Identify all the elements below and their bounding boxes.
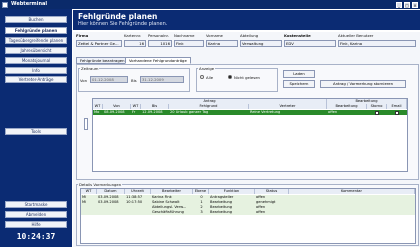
sidebar-item-vertreter-antraege[interactable]: Vertreter-Anträge — [5, 76, 67, 83]
maximize-button[interactable]: □ — [404, 1, 410, 8]
sidebar-item-monatsjournal[interactable]: Monatsjournal — [5, 57, 67, 64]
page-subtitle: Hier können Sie Fehlgründe planen. — [78, 21, 168, 27]
bis-label: Bis — [131, 78, 137, 83]
details-cell-bearbeiter: Geschäftsführung — [152, 210, 184, 214]
kostenstelle-field: EDV — [284, 40, 336, 47]
startmaske-button[interactable]: Startmaske — [5, 201, 67, 208]
bis-date-input[interactable]: 31.12.2009 — [140, 76, 184, 83]
tab-fehlgruende-beantragen[interactable]: Fehlgründe beantragen — [76, 57, 129, 64]
details-cell-ebene: 3 — [200, 210, 203, 214]
details-col-uhrzeit[interactable]: Uhrzeit — [125, 189, 151, 194]
col-vertreter[interactable]: Vertreter — [249, 104, 327, 109]
sidebar-item-info[interactable]: Info — [5, 67, 67, 74]
label-abteilung: Abteilung — [240, 33, 259, 38]
sidebar-item-tools[interactable]: Tools — [5, 128, 67, 135]
app-icon — [2, 1, 8, 8]
radio-alle-label: Alle — [206, 74, 214, 80]
row-navigator[interactable] — [84, 118, 88, 130]
clock: 10:24:37 — [16, 232, 56, 241]
von-date-input[interactable]: 01.12.2008 — [90, 76, 128, 83]
details-col-status[interactable]: Status — [255, 189, 289, 194]
col-wt[interactable]: WT — [93, 104, 103, 109]
kartennr-field: 16 — [124, 40, 146, 47]
vorname-field: Karina — [206, 40, 238, 47]
details-cell-funktion: Bearbeitung — [210, 210, 233, 214]
radio-nicht-gelesen-label: Nicht gelesen — [234, 74, 260, 80]
row-bis: 12.09.2008 — [142, 110, 163, 114]
row-wt: Mo — [94, 110, 100, 114]
row-fehlgrund: 20 Urlaub ganzer Tag — [170, 110, 209, 114]
window-titlebar: Webterminal — [0, 0, 420, 9]
label-personalnr: Personalnr. — [148, 33, 169, 38]
details-col-ebene[interactable]: Ebene — [193, 189, 209, 194]
details-col-wt[interactable]: WT — [81, 189, 97, 194]
col-email[interactable]: Email — [387, 104, 407, 109]
sidebar-item-buchen[interactable]: Buchen — [5, 16, 67, 23]
sidebar-item-tagesuebergreifende[interactable]: Tagesübergreifende planen — [5, 37, 67, 44]
laden-button[interactable]: Laden — [283, 70, 315, 78]
stornieren-button[interactable]: Antrag / Vormerkung stornieren — [320, 80, 406, 88]
hilfe-button[interactable]: Hilfe — [5, 221, 67, 228]
row-von: 08.09.2008 — [104, 110, 125, 114]
label-kartennr: Kartennr. — [124, 33, 142, 38]
minimize-button[interactable]: _ — [396, 1, 402, 8]
personalnr-field: 1016 — [148, 40, 172, 47]
speichern-button[interactable]: Speichern — [283, 80, 315, 88]
details-col-datum[interactable]: Datum — [97, 189, 125, 194]
label-aktueller-benutzer: Aktueller Benutzer — [338, 33, 374, 38]
col-bearbeitung[interactable]: Bearbeitung — [327, 104, 367, 109]
col-bis[interactable]: Bis — [141, 104, 169, 109]
firma-field: Zettel & Partner Ge... — [76, 40, 122, 47]
details-col-funktion[interactable]: Funktion — [209, 189, 255, 194]
label-nachname: Nachname — [174, 33, 195, 38]
details-title: Details Vormerkungen — [78, 181, 123, 187]
sidebar-item-fehlgruende-planen[interactable]: Fehlgründe planen — [5, 27, 67, 34]
row-wt-2: Fr — [132, 110, 136, 114]
col-wt-2[interactable]: WT — [131, 104, 141, 109]
radio-alle[interactable] — [200, 75, 204, 79]
anzeige-title: Anzeige — [198, 65, 216, 71]
details-col-bearbeiter[interactable]: Bearbeiter — [151, 189, 193, 194]
row-bearbeitung: offen — [328, 110, 338, 114]
page-title: Fehlgründe planen — [78, 12, 158, 21]
zeitraum-title: Zeitraum — [80, 65, 100, 71]
storno-checkbox[interactable] — [375, 110, 379, 115]
col-storno[interactable]: Storno — [367, 104, 387, 109]
close-button[interactable]: × — [412, 1, 418, 8]
row-vertreter: Reine Vertretung — [250, 110, 281, 114]
window-title: Webterminal — [11, 1, 48, 7]
von-label: Von — [80, 78, 88, 83]
label-vorname: Vorname — [206, 33, 223, 38]
page-header: Fehlgründe planen Hier können Sie Fehlgr… — [73, 10, 420, 30]
details-col-kommentar[interactable]: Kommentar — [289, 189, 415, 194]
radio-nicht-gelesen[interactable] — [228, 75, 232, 79]
col-fehlgrund[interactable]: Fehlgrund — [169, 104, 249, 109]
tab-vorhandene-fehlgrundantraege[interactable]: Vorhandene Fehlgrundanträge — [125, 57, 191, 64]
aktueller-benutzer-field: Fink, Karina — [338, 40, 416, 47]
email-checkbox[interactable] — [395, 110, 399, 115]
anzeige-group — [196, 68, 278, 92]
col-von[interactable]: Von — [103, 104, 131, 109]
sidebar-item-jahresuebersicht[interactable]: Jahresübersicht — [5, 47, 67, 54]
label-kostenstelle: Kostenstelle — [284, 33, 311, 38]
nachname-field: Fink — [174, 40, 204, 47]
label-firma: Firma — [76, 33, 89, 38]
details-cell-status: offen — [256, 210, 266, 214]
abmelden-button[interactable]: Abmelden — [5, 211, 67, 218]
abteilung-field: Verwaltung — [240, 40, 282, 47]
